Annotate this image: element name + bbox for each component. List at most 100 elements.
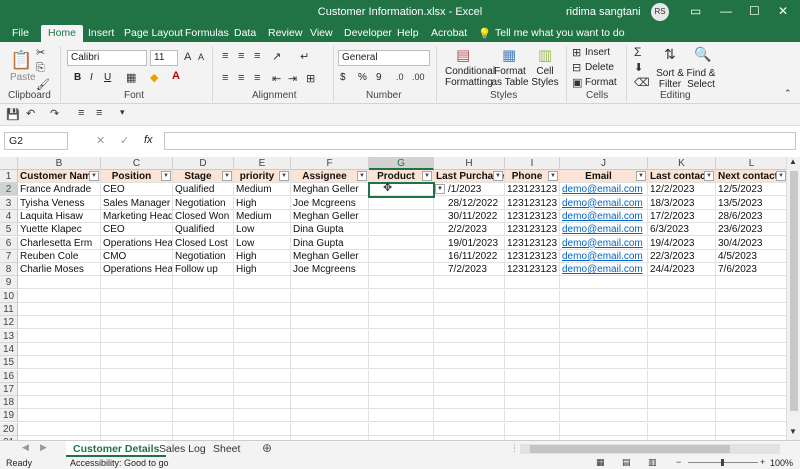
filter-dropdown-icon[interactable]: ▼ (636, 171, 646, 181)
empty-cell[interactable] (560, 329, 648, 343)
table-cell[interactable] (369, 223, 434, 237)
table-cell[interactable]: Low (234, 223, 291, 237)
table-cell[interactable]: Dina Gupta (291, 236, 369, 250)
table-cell[interactable]: Dina Gupta (291, 223, 369, 237)
empty-cell[interactable] (505, 369, 560, 383)
table-header-cell[interactable]: Customer Name ▼ (18, 170, 101, 183)
customize-qat-icon[interactable]: ▾ (120, 107, 125, 118)
table-cell[interactable]: 19/4/2023 (648, 236, 716, 250)
empty-cell[interactable] (18, 289, 101, 303)
table-cell[interactable]: 123123123 (505, 196, 560, 210)
table-cell[interactable] (369, 263, 434, 277)
empty-cell[interactable] (648, 409, 716, 423)
row-header[interactable]: 1 (0, 170, 18, 183)
empty-cell[interactable] (291, 303, 369, 316)
table-cell[interactable]: High (234, 263, 291, 277)
paste-icon[interactable]: 📋 (10, 50, 32, 71)
empty-cell[interactable] (18, 356, 101, 370)
list-dropdown-icon[interactable]: ▼ (435, 184, 445, 195)
empty-cell[interactable] (560, 276, 648, 290)
next-sheet-icon[interactable]: ▶ (40, 442, 47, 453)
zoom-level[interactable]: 100% (770, 458, 793, 468)
minimize-icon[interactable]: — (720, 4, 732, 18)
delete-button[interactable]: Delete (585, 62, 614, 73)
zoom-out-icon[interactable]: − (676, 457, 681, 467)
column-header-g[interactable]: G (369, 157, 434, 170)
table-cell[interactable]: 4/5/2023 (716, 250, 786, 263)
empty-cell[interactable] (234, 396, 291, 410)
horizontal-scrollbar[interactable] (520, 444, 780, 454)
empty-cell[interactable] (369, 316, 434, 330)
table-cell[interactable]: High (234, 196, 291, 210)
bold-button[interactable]: B (74, 72, 81, 83)
empty-cell[interactable] (291, 356, 369, 370)
format-cells-icon[interactable]: ▣ (572, 76, 582, 89)
table-cell[interactable]: 7/6/2023 (716, 263, 786, 277)
row-header[interactable]: 12 (0, 316, 18, 330)
empty-cell[interactable] (101, 276, 173, 290)
find-select-icon[interactable]: 🔍 (694, 46, 711, 63)
table-cell[interactable]: Yuette Klapec (18, 223, 101, 237)
table-cell[interactable]: Marketing Head (101, 209, 173, 223)
row-header[interactable]: 2 (0, 183, 18, 197)
empty-cell[interactable] (173, 303, 234, 316)
empty-cell[interactable] (648, 356, 716, 370)
empty-cell[interactable] (234, 422, 291, 436)
page-break-view-icon[interactable]: ▥ (648, 457, 657, 468)
empty-cell[interactable] (560, 396, 648, 410)
table-cell[interactable]: 123123123 (505, 236, 560, 250)
table-cell[interactable]: Charlesetta Erm (18, 236, 101, 250)
table-cell[interactable]: Follow up (173, 263, 234, 277)
table-cell[interactable]: France Andrade (18, 183, 101, 197)
empty-cell[interactable] (173, 409, 234, 423)
empty-cell[interactable] (18, 382, 101, 396)
row-header[interactable]: 4 (0, 209, 18, 223)
filter-dropdown-icon[interactable]: ▼ (161, 171, 171, 181)
table-header-cell[interactable]: Assignee ▼ (291, 170, 369, 183)
empty-cell[interactable] (18, 276, 101, 290)
underline-button[interactable]: U (104, 72, 111, 83)
table-cell[interactable]: Qualified (173, 183, 234, 197)
table-cell[interactable]: Negotiation (173, 249, 234, 263)
empty-cell[interactable] (505, 289, 560, 303)
empty-cell[interactable] (369, 382, 434, 396)
format-as-table-button[interactable]: Format as Table (490, 66, 530, 88)
table-header-cell[interactable]: Next contact ▼ (716, 170, 786, 183)
empty-cell[interactable] (173, 382, 234, 396)
tab-review[interactable]: Review (268, 27, 302, 39)
zoom-slider-handle[interactable] (721, 459, 724, 466)
scroll-down-icon[interactable]: ▼ (789, 427, 797, 436)
empty-cell[interactable] (234, 276, 291, 290)
empty-cell[interactable] (234, 369, 291, 383)
paste-button[interactable]: Paste (10, 72, 36, 83)
table-cell[interactable]: 6/3/2023 (648, 223, 716, 237)
empty-cell[interactable] (291, 342, 369, 356)
empty-cell[interactable] (716, 290, 786, 303)
number-format-select[interactable]: General (338, 50, 430, 66)
tell-me-input[interactable]: Tell me what you want to do (495, 27, 625, 39)
empty-cell[interactable] (369, 329, 434, 343)
zoom-in-icon[interactable]: + (760, 457, 765, 467)
empty-cell[interactable] (505, 396, 560, 410)
empty-cell[interactable] (369, 369, 434, 383)
sort-filter-icon[interactable]: ⇅ (664, 46, 676, 63)
table-cell[interactable]: 123123123 (505, 209, 560, 223)
table-cell[interactable] (369, 183, 434, 197)
fill-color-icon[interactable]: ◆ (150, 71, 158, 84)
tab-file[interactable]: File (12, 27, 29, 39)
prev-sheet-icon[interactable]: ◀ (22, 442, 29, 453)
empty-cell[interactable] (291, 329, 369, 343)
table-cell[interactable]: 123123123 (505, 249, 560, 263)
table-cell[interactable]: 12/2/2023 (648, 183, 716, 197)
empty-cell[interactable] (101, 289, 173, 303)
format-table-icon[interactable]: ▦ (502, 46, 516, 64)
enter-formula-icon[interactable]: ✓ (120, 134, 129, 147)
table-header-cell[interactable]: Email ▼ (560, 170, 648, 183)
column-header-k[interactable]: K (648, 157, 716, 170)
filter-dropdown-icon[interactable]: ▼ (422, 171, 432, 181)
empty-cell[interactable] (291, 289, 369, 303)
table-cell[interactable]: 17/2/2023 (648, 209, 716, 223)
empty-cell[interactable] (434, 356, 505, 370)
tab-acrobat[interactable]: Acrobat (431, 27, 467, 39)
font-size-select[interactable]: 11 (150, 50, 178, 66)
